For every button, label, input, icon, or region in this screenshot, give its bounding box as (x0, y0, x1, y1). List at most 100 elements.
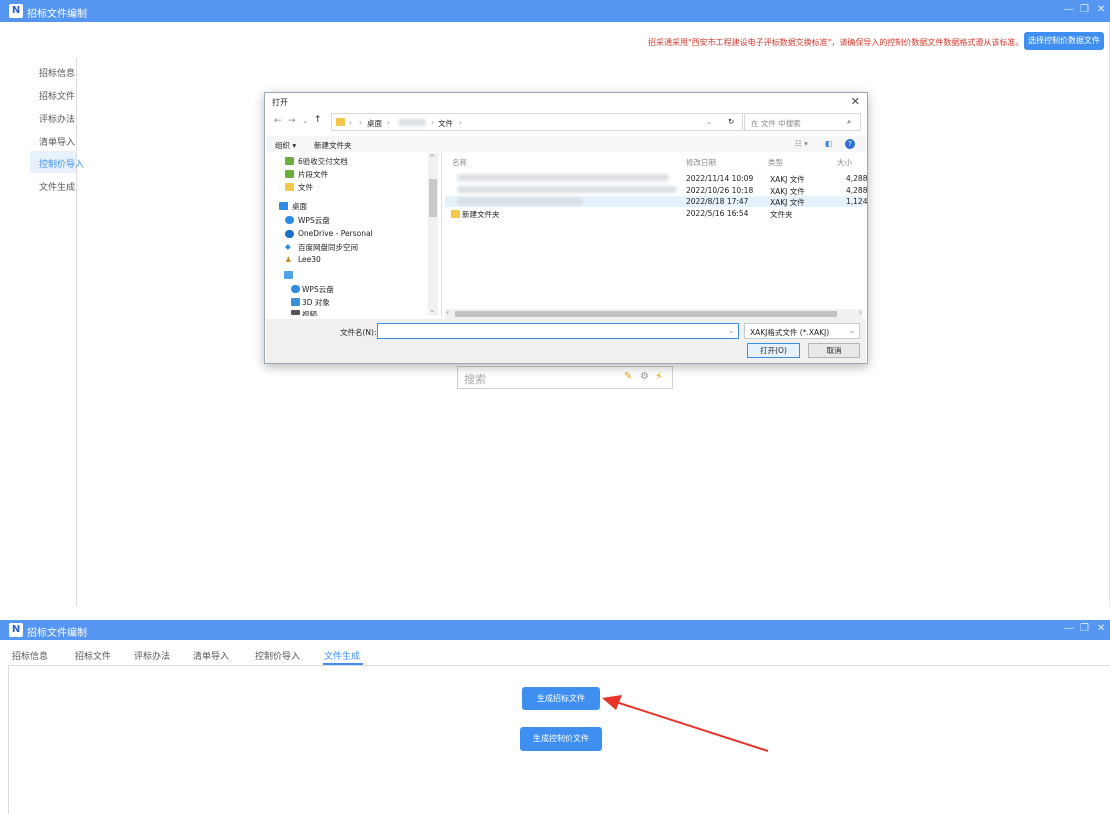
sidebar-item-bid-info[interactable]: 招标信息 (39, 66, 75, 79)
folder-icon (451, 210, 460, 218)
generate-price-file-button[interactable]: 生成控制价文件 (520, 727, 602, 751)
tree-item[interactable]: 文件 (298, 182, 313, 193)
redacted-filename (457, 198, 583, 205)
tree-item[interactable]: Lee30 (298, 255, 321, 264)
tree-item[interactable]: 6验收交付文档 (298, 156, 348, 167)
refresh-icon[interactable]: ↻ (728, 117, 734, 126)
app-logo-icon: N (9, 4, 23, 18)
column-type[interactable]: 类型 (768, 157, 783, 168)
tree-scroll-down-icon[interactable]: ⌄ (429, 305, 435, 314)
file-date: 2022/8/18 17:47 (686, 197, 749, 206)
breadcrumb-desktop[interactable]: 桌面 (367, 118, 382, 129)
select-price-file-button[interactable]: 选择控制价数据文件 (1024, 32, 1104, 50)
tree-item[interactable]: 3D 对象 (302, 297, 330, 308)
title-bar: N 招标文件编制 — ❐ ✕ (0, 0, 1110, 22)
tree-item[interactable]: WPS云盘 (302, 284, 334, 295)
close-icon[interactable]: ✕ (1097, 623, 1105, 634)
column-name[interactable]: 名称 (452, 157, 467, 168)
dialog-close-icon[interactable]: ✕ (851, 95, 860, 108)
tree-item-desktop[interactable]: 桌面 (292, 201, 307, 212)
background-search-box[interactable]: 搜索 ✎ ⚙ ⚡ (457, 366, 673, 389)
file-size: 4,288 (846, 174, 868, 183)
desktop-icon (279, 202, 288, 210)
tab-file-gen[interactable]: 文件生成 (324, 649, 360, 662)
app-logo-icon: N (9, 623, 23, 637)
filetype-dropdown-icon[interactable]: ⌄ (849, 326, 855, 335)
sidebar-item-list-import[interactable]: 清单导入 (39, 135, 75, 148)
left-border (8, 665, 9, 814)
breadcrumb-files[interactable]: 文件 (438, 118, 453, 129)
filename-input[interactable]: ⌄ (377, 323, 739, 339)
tab-list-import[interactable]: 清单导入 (193, 649, 229, 662)
tab-divider (8, 665, 1110, 666)
cancel-button[interactable]: 取消 (808, 343, 860, 358)
tree-scroll-thumb[interactable] (429, 179, 437, 217)
edit-icon[interactable]: ✎ (624, 371, 632, 382)
column-date[interactable]: 修改日期 (686, 157, 716, 168)
tree-item[interactable]: OneDrive - Personal (298, 229, 373, 238)
file-type: XAKJ 文件 (770, 198, 805, 207)
preview-pane-icon[interactable]: ◧ (825, 139, 832, 148)
file-list-scroll-thumb[interactable] (455, 311, 837, 317)
recent-dropdown-icon[interactable]: ⌄ (302, 116, 308, 125)
sidebar-item-eval-method[interactable]: 评标办法 (39, 112, 75, 125)
tree-item[interactable]: 百度网盘同步空间 (298, 242, 358, 253)
sidebar-item-bid-doc[interactable]: 招标文件 (39, 89, 75, 102)
address-bar[interactable]: › › 桌面 › › 文件 › ⌄ ↻ (331, 113, 743, 131)
tree-item[interactable]: 片段文件 (298, 169, 328, 180)
folder-icon (285, 157, 294, 165)
open-button[interactable]: 打开(O) (747, 343, 800, 358)
new-folder-button[interactable]: 新建文件夹 (314, 140, 352, 151)
column-size[interactable]: 大小 (837, 157, 852, 168)
dialog-toolbar (266, 136, 866, 152)
tree-item[interactable]: WPS云盘 (298, 215, 330, 226)
lightning-icon[interactable]: ⚡ (655, 370, 663, 383)
open-file-dialog: 打开 ✕ ← → ⌄ ↑ › › 桌面 › › 文件 › ⌄ ↻ 在 文件 中搜… (264, 92, 868, 364)
help-icon[interactable]: ? (845, 139, 855, 149)
generate-bid-file-button[interactable]: 生成招标文件 (522, 687, 600, 710)
baidu-icon: ◆ (285, 242, 291, 251)
forward-icon[interactable]: → (288, 116, 296, 126)
background-search-placeholder: 搜索 (464, 373, 486, 386)
file-date: 2022/11/14 10:09 (686, 174, 754, 183)
filetype-select[interactable]: XAKJ格式文件 (*.XAKJ) ⌄ (744, 323, 860, 339)
tree-scrollbar[interactable] (428, 153, 438, 315)
tab-eval-method[interactable]: 评标办法 (134, 649, 170, 662)
tab-price-import[interactable]: 控制价导入 (255, 649, 300, 662)
annotation-arrow-icon (602, 695, 769, 752)
folder-icon (285, 170, 294, 178)
scroll-left-icon[interactable]: ‹ (446, 308, 449, 317)
sidebar-item-file-gen[interactable]: 文件生成 (39, 180, 75, 193)
address-dropdown-icon[interactable]: ⌄ (706, 117, 712, 126)
filetype-value: XAKJ格式文件 (*.XAKJ) (750, 328, 830, 337)
file-name[interactable]: 新建文件夹 (462, 209, 500, 220)
filename-dropdown-icon[interactable]: ⌄ (728, 326, 734, 335)
3d-objects-icon (291, 298, 300, 306)
scroll-right-icon[interactable]: › (859, 308, 862, 317)
settings-icon[interactable]: ⚙ (640, 371, 649, 382)
file-type: 文件夹 (770, 210, 793, 219)
dialog-search-input[interactable]: 在 文件 中搜索 ⌕ (744, 113, 861, 131)
main-window: N 招标文件编制 — ❐ ✕ 招采通采用"西安市工程建设电子评标数据交换标准"，… (0, 0, 1110, 606)
file-size: 1,124 (846, 197, 868, 206)
tree-scroll-up-icon[interactable]: ^ (429, 153, 435, 162)
sidebar-item-price-import[interactable]: 控制价导入 (39, 157, 84, 170)
view-options-icon[interactable]: ☷ ▾ (795, 139, 808, 148)
close-icon[interactable]: ✕ (1097, 4, 1105, 15)
tree-item[interactable]: 视频 (302, 309, 317, 316)
up-icon[interactable]: ↑ (314, 115, 322, 125)
restore-icon[interactable]: ❐ (1080, 4, 1089, 15)
tab-bid-doc[interactable]: 招标文件 (75, 649, 111, 662)
window-title: 招标文件编制 (27, 628, 87, 639)
back-icon[interactable]: ← (274, 116, 282, 126)
minimize-icon[interactable]: — (1064, 4, 1074, 15)
folder-icon (285, 183, 294, 191)
user-icon: ♟ (285, 255, 292, 264)
organize-button[interactable]: 组织 ▾ (275, 140, 296, 151)
tab-bid-info[interactable]: 招标信息 (12, 649, 48, 662)
onedrive-icon (285, 230, 294, 238)
minimize-icon[interactable]: — (1064, 623, 1074, 634)
secondary-window: N 招标文件编制 — ❐ ✕ 招标信息 招标文件 评标办法 清单导入 控制价导入… (0, 620, 1110, 814)
restore-icon[interactable]: ❐ (1080, 623, 1089, 634)
filename-label: 文件名(N): (340, 328, 377, 337)
